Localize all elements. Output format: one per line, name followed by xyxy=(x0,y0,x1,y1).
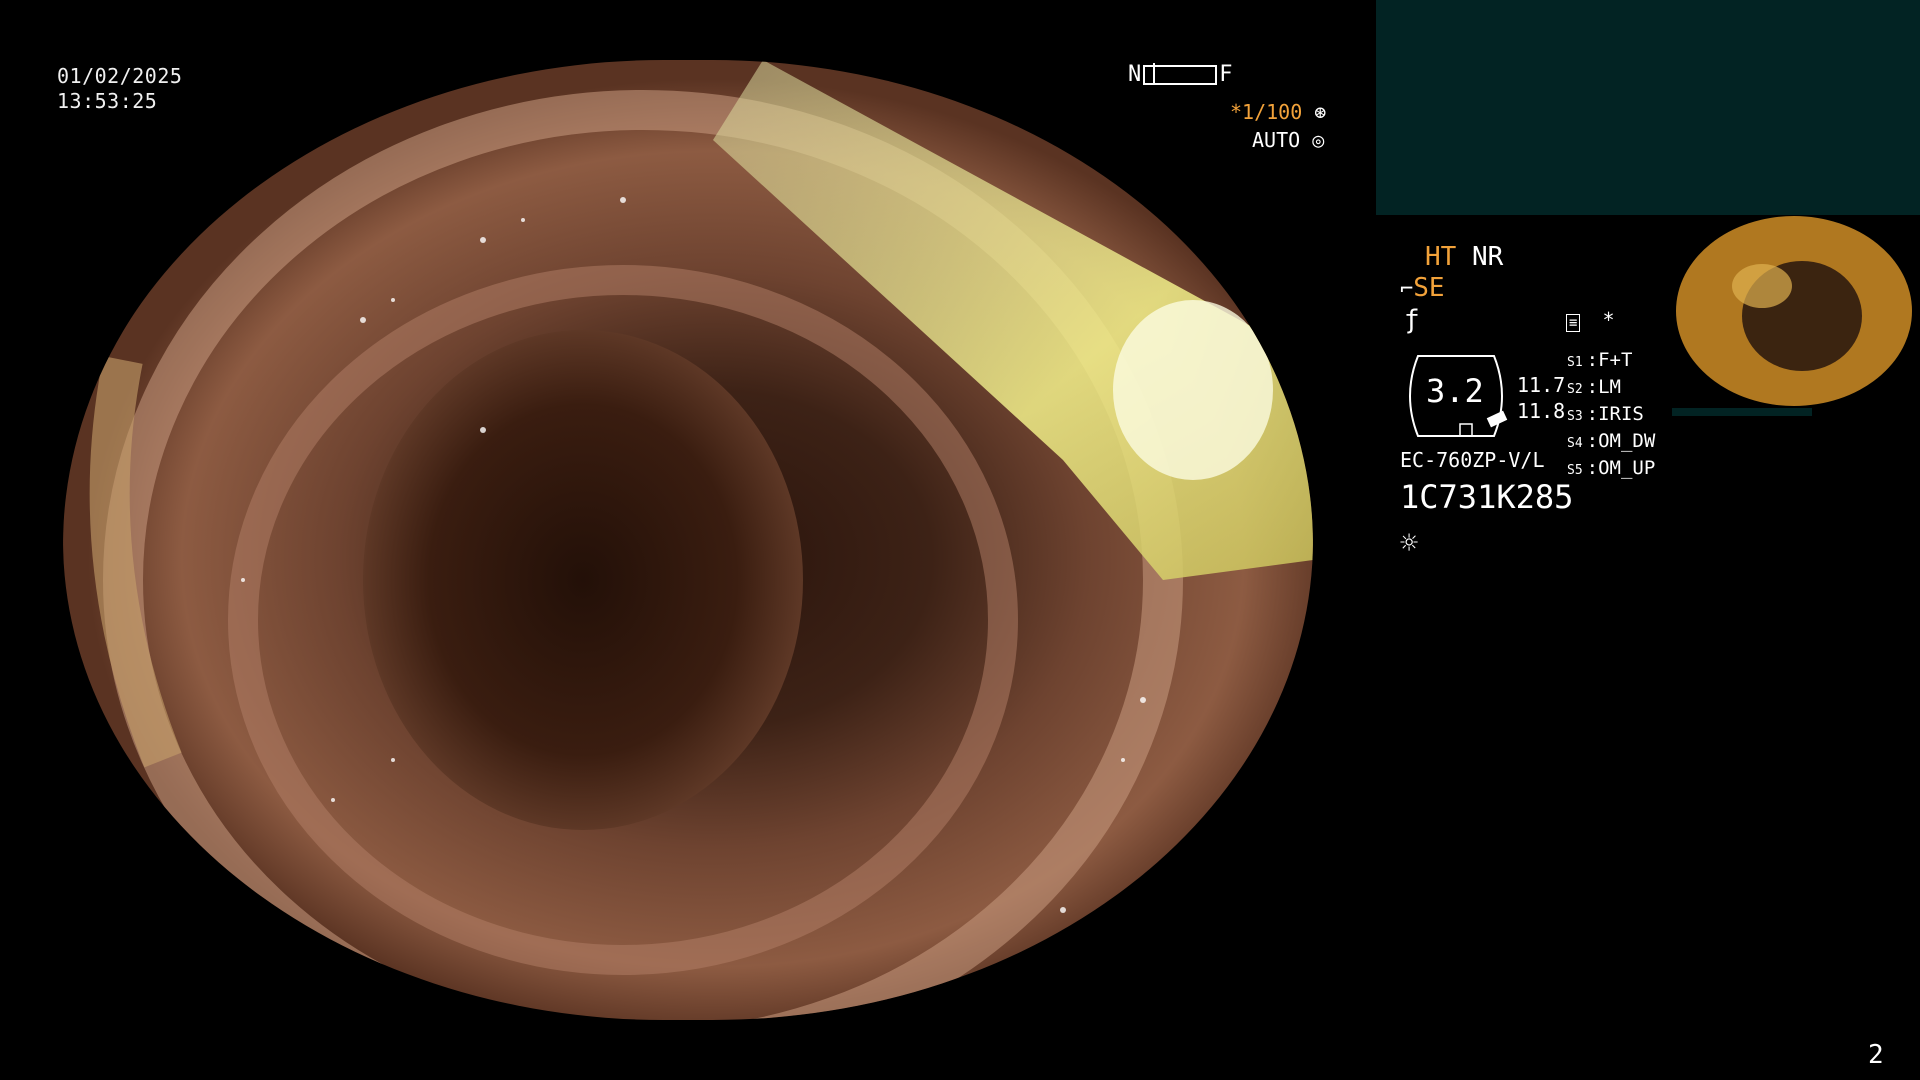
endoscope-view xyxy=(63,60,1313,1020)
switch-row: S3:IRIS xyxy=(1567,403,1644,425)
shutter-speed: *1/100 ⊛ xyxy=(1230,100,1326,124)
focus-near-label: N xyxy=(1128,62,1142,87)
settings-row: ≡ * xyxy=(1566,308,1615,332)
time-text: 13:53:25 xyxy=(57,89,158,113)
zoom-value-2: 11.8 xyxy=(1517,399,1566,423)
zoom-value: 3.2 xyxy=(1426,372,1484,410)
endoscope-image xyxy=(63,60,1313,1020)
switch-row: S2:LM xyxy=(1567,376,1621,398)
date-text: 01/02/2025 xyxy=(57,64,183,88)
switch-row: S4:OM_DW xyxy=(1567,430,1656,452)
preview-panel xyxy=(1376,0,1920,215)
focus-scale: NF xyxy=(1128,62,1233,87)
light-icon: ☼ xyxy=(1400,526,1419,561)
mode-nr: NR xyxy=(1471,242,1504,272)
mode-ht-nr: HT NR xyxy=(1425,242,1503,272)
switch-row: S5:OM_UP xyxy=(1567,457,1656,479)
shutter-icon: ⊛ xyxy=(1314,100,1327,124)
settings-icon: ≡ xyxy=(1566,314,1581,332)
auto-iris-icon: ◎ xyxy=(1312,128,1325,152)
thumbnail-graphic xyxy=(1672,216,1920,416)
asterisk-mark: * xyxy=(1602,308,1615,332)
switch-row: S1:F+T xyxy=(1567,349,1633,371)
mode-se-row: ⌐SE xyxy=(1400,273,1445,303)
scope-serial: 1C731K285 xyxy=(1400,478,1574,516)
iris-mode-text: AUTO xyxy=(1252,128,1301,152)
datetime: 01/02/2025 13:53:25 xyxy=(57,64,182,114)
switch-list: S1:F+T S2:LM S3:IRIS S4:OM_DW S5:OM_UP xyxy=(1567,348,1655,483)
iris-mode: AUTO ◎ xyxy=(1252,128,1324,152)
zoom-value-1: 11.7 xyxy=(1517,373,1566,397)
scope-model: EC-760ZP-V/L xyxy=(1400,448,1545,472)
snare-icon: ⌐ xyxy=(1400,277,1414,302)
thumbnail-image xyxy=(1672,216,1920,416)
mode-ht: HT xyxy=(1425,242,1457,272)
page-number: 2 xyxy=(1868,1040,1884,1070)
zoom-indicator: 3.2 xyxy=(1400,350,1512,442)
shutter-text: *1/100 xyxy=(1230,100,1303,124)
mode-se: SE xyxy=(1413,273,1445,303)
function-icon: ƒ xyxy=(1404,305,1420,335)
focus-scale-bar xyxy=(1143,63,1218,85)
zoom-values: 11.7 11.8 xyxy=(1517,372,1565,424)
focus-far-label: F xyxy=(1219,62,1233,87)
